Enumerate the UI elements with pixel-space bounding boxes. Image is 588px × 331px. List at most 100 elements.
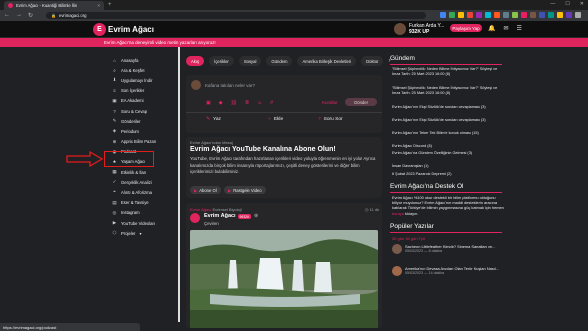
link-icon[interactable]: ⛓ — [231, 100, 237, 106]
gif-icon[interactable]: ◆ — [219, 100, 223, 106]
sidebar-item-instagram[interactable]: ◎ Instagram — [112, 208, 174, 218]
composer-tools: ▣ ◆ ⛓ ≣ ☺ # — [206, 100, 273, 106]
extension-icon[interactable] — [566, 12, 572, 18]
post-source[interactable]: Evrim Ağacı — [190, 207, 211, 212]
minimize-icon[interactable]: — — [550, 1, 555, 7]
image-icon[interactable]: ▣ — [206, 100, 211, 106]
chat-icon[interactable]: ✉ — [503, 25, 508, 32]
sidebar-item-quotes[interactable]: ❝ Alıntı & Aforizma — [112, 187, 174, 197]
status-badge: 9932K — [238, 214, 251, 219]
popular-item-text: Sacheon Littlefeather Kimdir? Sinema San… — [405, 244, 495, 253]
announcement-title[interactable]: Evrim Ağacı YouTube Kanalına Abone Olun! — [190, 146, 336, 153]
trending-item[interactable]: Evrim Ağacı Discord (8) — [392, 144, 504, 149]
trending-item[interactable]: 6 Şubat 2023 Pazarcık Depremi (2) — [392, 172, 504, 177]
sidebar-item-periodum[interactable]: ◈ Periodum — [112, 126, 174, 136]
browser-tab[interactable]: Evrim Ağacı - Kuantiği Bilimle İlin × — [4, 1, 104, 10]
extension-icon[interactable] — [557, 12, 563, 18]
sidebar-item-youtube[interactable]: ▶ YouTube Videoları — [112, 218, 174, 228]
announcement-banner[interactable]: Evrim Ağacı'na deneyimli video metin yaz… — [0, 38, 588, 47]
sidebar-item-factcheck[interactable]: ✓ Gerçeklik Analizi — [112, 177, 174, 187]
avatar[interactable] — [190, 213, 200, 223]
extension-icon[interactable] — [458, 12, 464, 18]
extension-icon[interactable] — [548, 12, 554, 18]
list-item[interactable]: Amerika'nın Devasa Avcıları Olan Terör K… — [392, 266, 504, 276]
extension-icon[interactable] — [521, 12, 527, 18]
popular-filter-label: 30 gün 30 gün Tyll — [392, 236, 425, 241]
posts-icon: ✎ — [112, 118, 117, 124]
trending-item[interactable]: Evrim Ağacı'nın Ekşi Sözlük'de soruları … — [392, 118, 504, 123]
trending-item[interactable]: "Bilimsel Şüphecilik: Neden Bilime İhtiy… — [392, 86, 504, 96]
sidebar-item-works[interactable]: ▤ Eser & Tavsiye — [112, 198, 174, 208]
write-button[interactable]: ✎ Yaz — [206, 117, 221, 122]
close-tab-icon[interactable]: × — [97, 3, 100, 8]
sidebar-item-projects[interactable]: ⬡ Projeler ▾ — [112, 228, 174, 238]
rules-link[interactable]: Kurallar — [322, 100, 338, 105]
subscribe-button[interactable]: ▶ Abone Ol — [190, 186, 221, 194]
post-image[interactable] — [190, 230, 378, 328]
extension-icon[interactable] — [440, 12, 446, 18]
sidebar-item-academy[interactable]: ▣ EA Akademi — [112, 96, 174, 106]
list-item[interactable]: Sacheon Littlefeather Kimdir? Sinema San… — [392, 244, 504, 254]
sidebar-item-market[interactable]: ⊕ Apprix Bilim Pazarı — [112, 137, 174, 147]
extension-icon[interactable] — [512, 12, 518, 18]
check-icon: ✓ — [112, 179, 117, 185]
sidebar-item-qa[interactable]: ? Soru & Cevap — [112, 106, 174, 116]
tab-akis[interactable]: Akış — [186, 56, 205, 66]
ask-button[interactable]: ? Soru Sor — [318, 117, 343, 122]
trending-item[interactable]: "Bilimsel Şüphecilik: Neden Bilime İhtiy… — [392, 67, 504, 77]
reload-icon[interactable]: ↻ — [28, 12, 33, 19]
url-field[interactable]: 🔒 evrimagaci.org — [46, 12, 426, 19]
extension-icon[interactable] — [503, 12, 509, 18]
close-window-icon[interactable]: ✕ — [580, 1, 584, 7]
trending-item[interactable]: Evrim Ağacı'nın Teker Tek Bilim'e konuk … — [392, 131, 504, 136]
composer-input[interactable]: Kafana takılan neler var? — [205, 83, 255, 88]
trending-item[interactable]: İnsan Davranışları (1) — [392, 164, 504, 169]
maximize-icon[interactable]: ☐ — [565, 1, 569, 7]
trending-item[interactable]: Evrim Ağacı'na Gündem Özelliğinin Gelmes… — [392, 151, 504, 156]
sidebar-item-home[interactable]: ⌂ Anasayfa — [112, 55, 174, 65]
tab-icerikler[interactable]: İçerikler — [209, 56, 234, 66]
post-topic[interactable]: Evrimsel Biyoloji — [212, 207, 241, 212]
extension-icon[interactable] — [494, 12, 500, 18]
sidebar-item-posts[interactable]: ✎ Gönderiler — [112, 116, 174, 126]
sidebar-item-explore[interactable]: ⌕ Ara & Keşfet — [112, 65, 174, 75]
tag-icon[interactable]: # — [270, 100, 273, 106]
extension-icon[interactable] — [530, 12, 536, 18]
support-link[interactable]: buraya — [392, 211, 404, 216]
poll-icon[interactable]: ≣ — [245, 100, 249, 106]
logo-icon[interactable]: E — [93, 23, 106, 36]
share-button[interactable]: Paylaşım Yap — [450, 24, 482, 32]
sidebar-item-label: Apprix Bilim Pazarı — [121, 139, 157, 145]
tab-abd[interactable]: Amerika Birleşik Devletleri — [297, 56, 357, 66]
tab-sosyal[interactable]: Sosyal — [238, 56, 262, 66]
url-text: evrimagaci.org — [58, 13, 87, 18]
tab-doktor[interactable]: Doktor — [361, 56, 384, 66]
avatar[interactable] — [394, 23, 406, 35]
post-author[interactable]: Evrim Ağacı — [204, 213, 236, 219]
extension-icon[interactable] — [476, 12, 482, 18]
site-name[interactable]: Evrim Ağacı — [108, 25, 154, 34]
emoji-icon[interactable]: ☺ — [257, 100, 262, 106]
extension-icon[interactable] — [539, 12, 545, 18]
trending-item[interactable]: Evrim Ağacı'nın Ekşi Sözlük'de soruları … — [392, 105, 504, 110]
sidebar-item-latest[interactable]: ≡ Son İçerikler — [112, 86, 174, 96]
send-button[interactable]: Gönder — [345, 98, 377, 106]
sidebar-item-download[interactable]: ⬇ Uygulamayı İndir — [112, 75, 174, 85]
extension-icons — [440, 12, 581, 18]
random-video-button[interactable]: ▶ Rastgele Video — [224, 186, 266, 194]
tab-gundem[interactable]: Gündem — [266, 56, 293, 66]
new-tab-icon[interactable]: + — [108, 2, 112, 8]
profile-icon[interactable] — [575, 12, 581, 18]
divider — [390, 192, 502, 193]
back-icon[interactable]: ← — [4, 12, 10, 19]
extension-icon[interactable] — [449, 12, 455, 18]
forward-icon[interactable]: → — [16, 12, 22, 19]
sidebar-item-events[interactable]: ▦ Etkinlik & İlan — [112, 167, 174, 177]
bell-icon[interactable]: 🔔 — [488, 25, 495, 32]
random-video-label: Rastgele Video — [233, 187, 262, 193]
menu-icon[interactable]: ☰ — [517, 25, 522, 32]
popular-filter[interactable]: 30 gün 30 gün Tyll — [392, 236, 425, 242]
extension-icon[interactable] — [485, 12, 491, 18]
extension-icon[interactable] — [467, 12, 473, 18]
add-button[interactable]: + Ekle — [268, 117, 283, 122]
